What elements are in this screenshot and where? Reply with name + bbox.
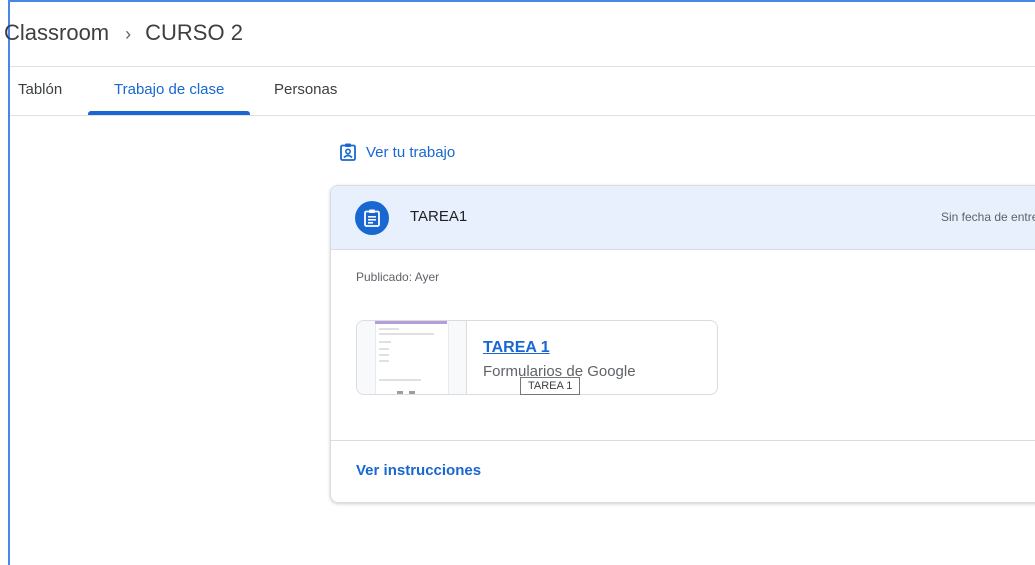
breadcrumb: Classroom › CURSO 2	[4, 20, 243, 46]
assignment-ind-icon	[340, 143, 356, 161]
breadcrumb-classroom-link[interactable]: Classroom	[4, 20, 109, 45]
tab-stream[interactable]: Tablón	[18, 66, 62, 115]
breadcrumb-course-link[interactable]: CURSO 2	[145, 20, 243, 45]
top-header: Classroom › CURSO 2	[4, 0, 1035, 67]
due-date-label: Sin fecha de entrega	[941, 210, 1035, 224]
tab-bar: Tablón Trabajo de clase Personas	[10, 66, 1035, 116]
tab-classwork[interactable]: Trabajo de clase	[114, 66, 224, 115]
attachment-tooltip: TAREA 1	[520, 377, 581, 395]
tab-people[interactable]: Personas	[274, 66, 337, 115]
posted-date: Publicado: Ayer	[356, 270, 440, 284]
assignment-card-footer: Ver instrucciones	[331, 440, 1035, 502]
view-instructions-link[interactable]: Ver instrucciones	[356, 462, 481, 479]
attachment-title-link[interactable]: TAREA 1	[483, 339, 550, 357]
active-tab-indicator	[88, 111, 250, 115]
assignment-card: TAREA1 Sin fecha de entrega Publicado: A…	[330, 185, 1035, 503]
assignment-card-header[interactable]: TAREA1 Sin fecha de entrega	[331, 186, 1035, 250]
form-thumbnail	[357, 321, 467, 394]
assignment-icon	[355, 201, 389, 235]
chevron-right-icon: ›	[125, 24, 132, 44]
assignment-title: TAREA1	[410, 208, 468, 225]
view-your-work-link[interactable]: Ver tu trabajo	[340, 142, 455, 162]
view-your-work-label: Ver tu trabajo	[366, 143, 456, 161]
